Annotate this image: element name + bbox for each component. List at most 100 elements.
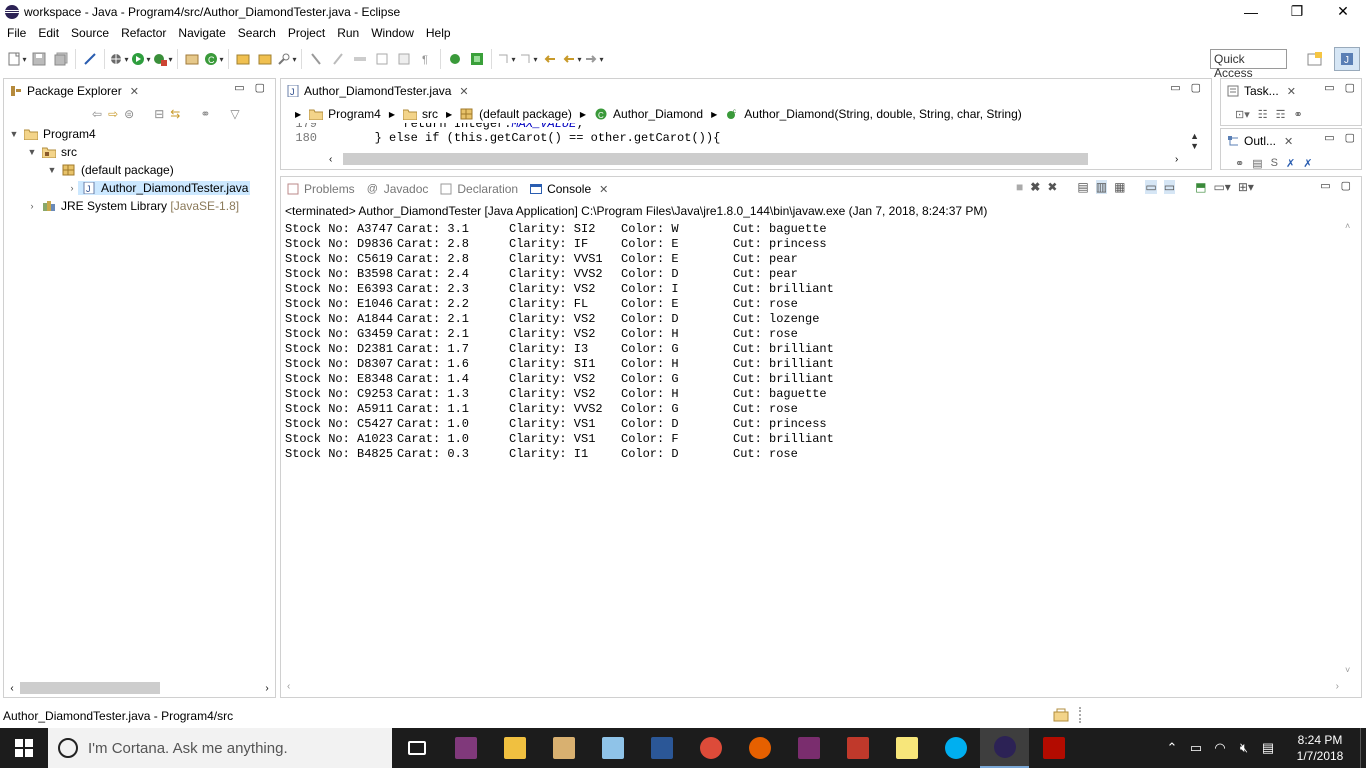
horizontal-scrollbar[interactable]: ‹ ›: [287, 681, 1339, 693]
save-icon[interactable]: [29, 50, 49, 68]
taskbar-app-notepad[interactable]: [588, 728, 637, 768]
back-icon[interactable]: ⇦: [92, 107, 102, 121]
taskbar-app-file-explorer[interactable]: [490, 728, 539, 768]
taskbar-app-sticky-notes[interactable]: [882, 728, 931, 768]
taskbar-app-task-view[interactable]: [392, 728, 441, 768]
show-whitespace-icon[interactable]: ¶: [416, 50, 436, 68]
minimize-view-icon[interactable]: ▭: [234, 81, 244, 94]
sort-icon[interactable]: ⚭: [1235, 157, 1244, 170]
close-tab-icon[interactable]: ✕: [459, 85, 468, 98]
collapsed-twisty-icon[interactable]: ›: [66, 183, 78, 193]
search-icon[interactable]: [277, 50, 297, 68]
close-tab-icon[interactable]: ✕: [130, 85, 139, 98]
quick-access-input[interactable]: Quick Access: [1210, 49, 1287, 80]
up-icon[interactable]: ⊜: [124, 107, 134, 121]
show-stdout-icon[interactable]: ▭: [1145, 180, 1157, 194]
open-console-icon[interactable]: ⊞▾: [1238, 180, 1254, 194]
maximize-view-icon[interactable]: ▢: [255, 81, 265, 94]
tab-outline[interactable]: Outl... ✕: [1221, 130, 1299, 152]
tab-declaration[interactable]: Declaration: [434, 178, 524, 200]
expanded-twisty-icon[interactable]: ▼: [8, 129, 20, 139]
tab-problems[interactable]: Problems: [281, 178, 361, 200]
menu-navigate[interactable]: Navigate: [172, 26, 231, 40]
menu-help[interactable]: Help: [420, 26, 457, 40]
scroll-up-icon[interactable]: ˄: [1345, 221, 1355, 231]
show-desktop-button[interactable]: [1360, 728, 1366, 768]
hide-fields-icon[interactable]: ▤: [1252, 157, 1262, 170]
menu-search[interactable]: Search: [232, 26, 282, 40]
scroll-down-icon[interactable]: ˅: [1345, 665, 1355, 675]
tab-package-explorer[interactable]: Package Explorer ✕: [4, 80, 145, 102]
restore-button[interactable]: ❐: [1274, 0, 1320, 23]
remove-all-launches-icon[interactable]: ✖: [1047, 180, 1057, 194]
new-task-icon[interactable]: ⊡▾: [1235, 108, 1250, 121]
breadcrumb-item[interactable]: ▶ c Author_Diamond(String, double, String,…: [707, 107, 1022, 121]
show-stderr-icon[interactable]: ▭: [1163, 180, 1176, 194]
tab-task-list[interactable]: Task... ✕: [1221, 80, 1302, 102]
maximize-view-icon[interactable]: ▢: [1345, 81, 1355, 94]
tab-author-diamondtester[interactable]: J Author_DiamondTester.java ✕: [281, 80, 475, 102]
focus-icon[interactable]: ⚭: [1294, 108, 1303, 121]
scroll-thumb[interactable]: [20, 682, 160, 694]
taskbar-app-onenote[interactable]: [441, 728, 490, 768]
previous-annotation-icon[interactable]: [518, 50, 538, 68]
tree-item-jre-system-library[interactable]: › JRE System Library [JavaSE-1.8]: [4, 197, 275, 215]
pin-console-icon[interactable]: ⬒: [1195, 180, 1206, 194]
new-java-class-icon[interactable]: C: [204, 50, 224, 68]
tree-item-src[interactable]: ▼ src: [4, 143, 275, 161]
breadcrumb-item[interactable]: ▶ Program4: [291, 107, 381, 121]
scroll-lock-icon[interactable]: ▥: [1095, 180, 1108, 194]
scroll-left-icon[interactable]: ‹: [329, 154, 343, 165]
new-icon[interactable]: [7, 50, 27, 68]
scroll-thumb[interactable]: [343, 153, 1088, 165]
focus-icon[interactable]: ⚭: [200, 107, 210, 121]
code-area[interactable]: 179 return Integer.MAX_VALUE; 180 } else…: [281, 123, 1211, 147]
run-icon[interactable]: [131, 50, 151, 68]
tab-javadoc[interactable]: @ Javadoc: [361, 178, 435, 200]
cortana-search-box[interactable]: I'm Cortana. Ask me anything.: [48, 728, 392, 768]
categorize-icon[interactable]: ☷: [1258, 108, 1268, 121]
expanded-twisty-icon[interactable]: ▼: [26, 147, 38, 157]
coverage-icon[interactable]: [467, 50, 487, 68]
view-menu-icon[interactable]: ▽: [230, 107, 239, 121]
last-edit-location-icon[interactable]: [540, 50, 560, 68]
forward-icon[interactable]: ⇨: [108, 107, 118, 121]
taskbar-app-chrome[interactable]: [686, 728, 735, 768]
back-icon[interactable]: [562, 50, 582, 68]
menu-edit[interactable]: Edit: [32, 26, 65, 40]
tree-item-default-package[interactable]: ▼ (default package): [4, 161, 275, 179]
toggle-breadcrumb-icon[interactable]: [350, 50, 370, 68]
tab-console[interactable]: Console ✕: [524, 178, 614, 200]
menu-window[interactable]: Window: [365, 26, 420, 40]
scroll-right-icon[interactable]: ›: [259, 683, 275, 694]
new-java-project-icon[interactable]: [182, 50, 202, 68]
breadcrumb-item[interactable]: ▶ (default package): [442, 107, 572, 121]
skip-breakpoints-icon[interactable]: [80, 50, 100, 68]
open-perspective-icon[interactable]: [1302, 47, 1328, 71]
taskbar-app-winrar[interactable]: [784, 728, 833, 768]
menu-source[interactable]: Source: [65, 26, 115, 40]
scroll-left-icon[interactable]: ‹: [4, 683, 20, 694]
forward-icon[interactable]: [584, 50, 604, 68]
remove-launch-icon[interactable]: ✖: [1030, 180, 1040, 194]
horizontal-scrollbar[interactable]: ‹ ›: [4, 679, 275, 697]
console-output[interactable]: Stock No: A3747 Carat: 3.1 Clarity: SI2 Col…: [285, 222, 834, 462]
scroll-left-icon[interactable]: ‹: [287, 681, 290, 693]
menu-run[interactable]: Run: [331, 26, 365, 40]
display-console-icon[interactable]: ▭▾: [1213, 180, 1230, 194]
link-with-editor-icon[interactable]: ⇆: [170, 107, 180, 121]
maximize-view-icon[interactable]: ▢: [1341, 179, 1351, 192]
hide-static-icon[interactable]: S: [1271, 157, 1278, 170]
close-tab-icon[interactable]: ✕: [599, 183, 608, 196]
word-wrap-icon[interactable]: ▦: [1114, 180, 1125, 194]
maximize-view-icon[interactable]: ▢: [1191, 81, 1201, 94]
tree-item-author-diamondtester[interactable]: › J Author_DiamondTester.java: [4, 179, 275, 197]
open-type-icon[interactable]: [233, 50, 253, 68]
minimize-view-icon[interactable]: ▭: [1324, 81, 1334, 94]
link-icon[interactable]: [445, 50, 465, 68]
word-wrap-icon[interactable]: [394, 50, 414, 68]
notifications-icon[interactable]: ▤: [1256, 740, 1280, 756]
save-all-icon[interactable]: [51, 50, 71, 68]
hide-local-types-icon[interactable]: ✗: [1303, 157, 1312, 170]
terminate-icon[interactable]: ■: [1016, 180, 1023, 194]
